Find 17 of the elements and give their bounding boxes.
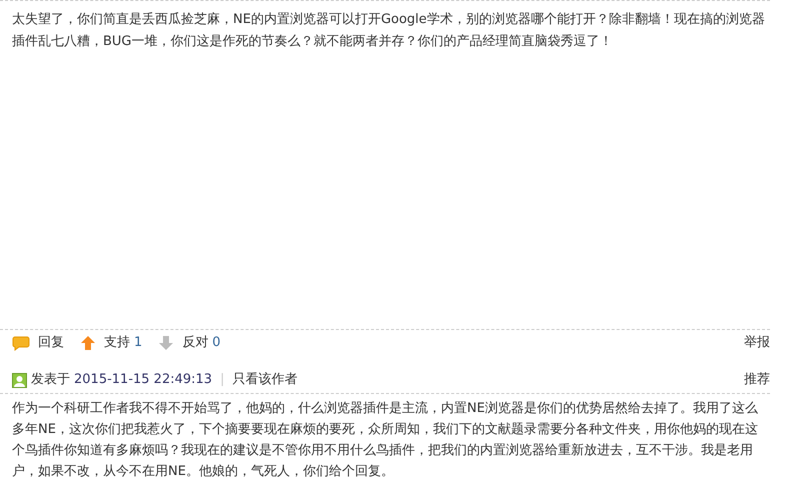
- recommend-link[interactable]: 推荐: [744, 370, 770, 390]
- reply-link[interactable]: 回复: [38, 333, 64, 353]
- post-text: 作为一个科研工作者我不得不开始骂了，他妈的，什么浏览器插件是主流，内置NE浏览器是你们的优势居然给去掉了。我用了这么多年NE，这次你们把我惹火了，下个摘要要现在麻烦的要死，众所周知，我们下的文献题录需要分各种文件夹，用你他妈的现在这个鸟插件你知道有多麻烦吗？我现在的建议是不管你用不用什么鸟插件，把我们的内置浏览器给重新放进去，互不干涉。我是老用户，如果不改，从今不在用NE。他娘的，气死人，你们给个回复。: [12, 400, 759, 481]
- oppose-count: 0: [212, 334, 221, 352]
- support-count: 1: [134, 334, 142, 352]
- author-only-link[interactable]: 只看该作者: [232, 370, 298, 390]
- user-icon: [12, 372, 27, 388]
- post-text: 太失望了，你们简直是丢西瓜捡芝麻，NE的内置浏览器可以打开Google学术，别的浏览器哪个能打开？除非翻墙！现在搞的浏览器插件乱七八糟，BUG一堆，你们这是作死的节奏么？就不能两者并存？你们的产品经理简直脑袋秀逗了！: [12, 11, 766, 51]
- separator: |: [220, 371, 224, 390]
- arrow-up-icon[interactable]: [80, 335, 96, 351]
- report-link[interactable]: 举报: [744, 333, 770, 353]
- speech-bubble-icon: [12, 336, 30, 350]
- posted-label: 发表于: [31, 371, 70, 390]
- arrow-down-icon[interactable]: [158, 335, 174, 351]
- oppose-link[interactable]: 反对: [182, 333, 208, 353]
- support-link[interactable]: 支持: [104, 333, 130, 353]
- post-datetime: 2015-11-15 22:49:13: [74, 371, 212, 390]
